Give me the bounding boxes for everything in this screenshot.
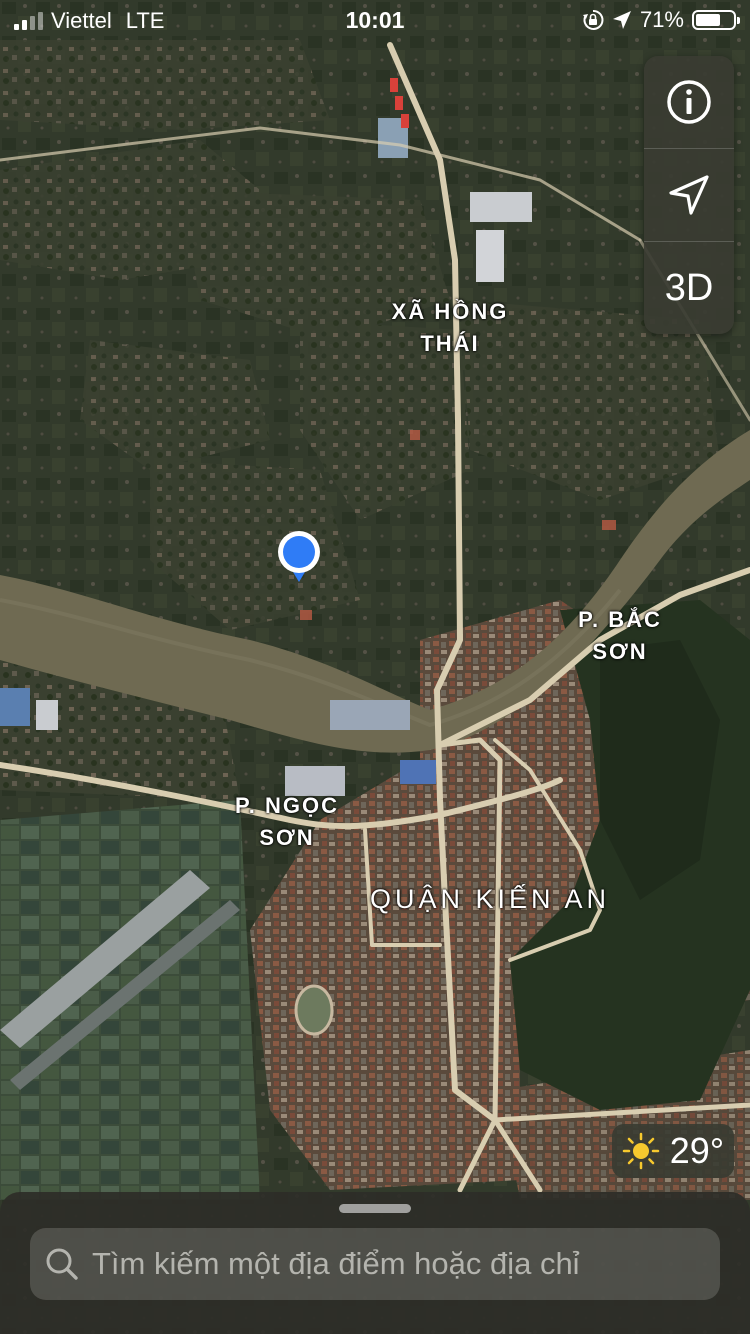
3d-view-button[interactable]: 3D — [644, 242, 734, 334]
map-label-line: THÁI — [420, 331, 480, 356]
search-input[interactable] — [92, 1246, 692, 1282]
search-bar[interactable] — [30, 1228, 720, 1300]
sun-icon — [622, 1132, 660, 1170]
current-location-pin[interactable] — [276, 530, 322, 584]
map-label-line: P. NGỌC — [234, 793, 340, 818]
map-label-p-bac-son: P. BẮC SƠN — [565, 604, 675, 668]
map-label-xa-hong-thai: XÃ HỒNG THÁI — [380, 296, 520, 360]
temperature: 29° — [669, 1130, 725, 1171]
map-label-line: XÃ HỒNG — [391, 299, 509, 324]
bottom-sheet[interactable] — [0, 1192, 750, 1334]
info-icon — [667, 80, 711, 124]
map-label-p-ngoc-son: P. NGỌC SƠN — [222, 790, 352, 854]
map-label-line: SƠN — [592, 639, 648, 664]
status-bar: Viettel LTE 10:01 71% — [0, 0, 750, 40]
map-label-line: SƠN — [259, 825, 315, 850]
map-label-line: P. BẮC — [578, 607, 662, 632]
map-controls: 3D — [644, 56, 734, 334]
weather-badge: 29° — [612, 1124, 734, 1178]
info-button[interactable] — [644, 56, 734, 149]
search-icon — [46, 1248, 78, 1280]
orientation-lock-icon — [582, 9, 604, 30]
battery-percent: 71% — [639, 7, 684, 32]
location-arrow-icon — [669, 175, 709, 215]
locate-me-button[interactable] — [644, 149, 734, 242]
battery-icon — [692, 10, 740, 30]
sheet-grabber-handle[interactable] — [339, 1204, 411, 1213]
location-arrow-icon — [612, 11, 631, 29]
map-label-quan-kien-an: QUẬN KIẾN AN — [369, 884, 611, 914]
